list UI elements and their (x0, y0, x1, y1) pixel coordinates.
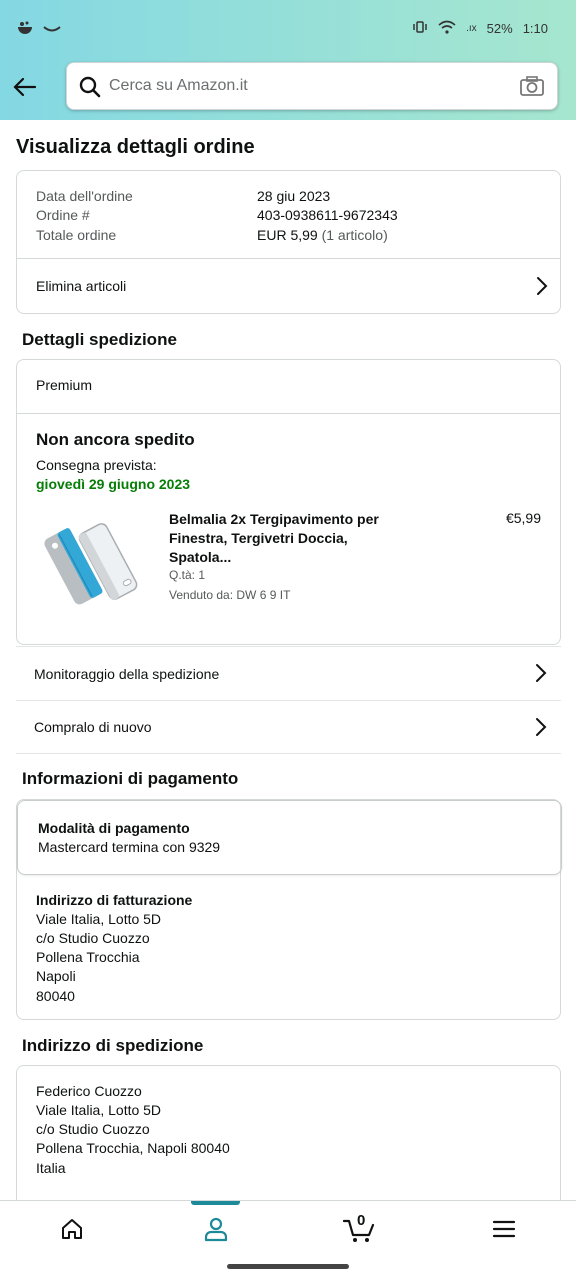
shipping-address-line: Viale Italia, Lotto 5D (36, 1102, 162, 1118)
billing-address-line: Pollena Trocchia (36, 949, 140, 965)
product-title[interactable]: Belmalia 2x Tergipavimento per Finestra,… (169, 510, 409, 567)
back-button[interactable] (10, 72, 40, 102)
payment-method-box: Modalità di pagamento Mastercard termina… (17, 800, 562, 875)
buy-again-row[interactable]: Compralo di nuovo (16, 700, 561, 754)
billing-address-line: Napoli (36, 968, 76, 984)
amazon-smile-icon (42, 22, 62, 40)
home-indicator[interactable] (227, 1264, 349, 1269)
signal-icon: .ıx (466, 23, 477, 34)
shipping-address-line: Federico Cuozzo (36, 1083, 142, 1099)
order-number-value: 403-0938611-9672343 (257, 207, 398, 223)
clock: 1:10 (522, 21, 548, 36)
billing-address-line: c/o Studio Cuozzo (36, 930, 150, 946)
delete-items-row[interactable]: Elimina articoli (17, 259, 562, 313)
shipment-status: Non ancora spedito (36, 430, 195, 449)
chevron-right-icon (536, 276, 548, 299)
chevron-right-icon (535, 663, 547, 686)
home-icon (62, 1219, 82, 1239)
order-date-value: 28 giu 2023 (257, 188, 331, 204)
product-image[interactable] (41, 516, 141, 606)
search-placeholder: Cerca su Amazon.it (109, 77, 248, 94)
track-shipment-row[interactable]: Monitoraggio della spedizione (16, 646, 561, 700)
payment-method-title: Modalità di pagamento (38, 820, 190, 836)
shipping-address-line: c/o Studio Cuozzo (36, 1121, 150, 1137)
hamburger-menu-icon (492, 1220, 516, 1238)
search-input[interactable]: Cerca su Amazon.it (66, 62, 558, 110)
billing-address-title: Indirizzo di fatturazione (36, 892, 193, 908)
shipping-address-title: Indirizzo di spedizione (22, 1036, 204, 1055)
delete-items-label: Elimina articoli (36, 278, 127, 294)
shipping-details-title: Dettagli spedizione (22, 330, 177, 349)
nav-menu[interactable] (432, 1201, 576, 1257)
back-arrow-icon (13, 77, 37, 97)
camera-icon[interactable] (519, 75, 545, 102)
nav-cart[interactable]: 0 (288, 1201, 432, 1257)
product-seller: Venduto da: DW 6 9 IT (169, 588, 291, 602)
battery-level: 52% (486, 21, 513, 36)
app-notification-icon (16, 20, 36, 41)
payment-card: Modalità di pagamento Mastercard termina… (16, 799, 562, 1020)
page-title: Visualizza dettagli ordine (16, 136, 255, 158)
shipping-address-line: Pollena Trocchia, Napoli 80040 (36, 1140, 230, 1156)
search-row: Cerca su Amazon.it (0, 62, 576, 112)
order-summary-card: Data dell'ordine 28 giu 2023 Ordine # 40… (16, 170, 561, 314)
shipping-speed: Premium (36, 377, 93, 393)
payment-info-title: Informazioni di pagamento (22, 769, 239, 788)
shipment-card: Premium Non ancora spedito Consegna prev… (16, 359, 561, 645)
billing-address-line: 80040 (36, 988, 75, 1004)
status-left (16, 20, 62, 41)
nav-account[interactable] (144, 1201, 288, 1257)
account-icon (204, 1217, 228, 1242)
nav-home[interactable] (0, 1201, 144, 1257)
cart-count: 0 (357, 1212, 366, 1229)
search-icon (79, 76, 101, 103)
payment-method-value: Mastercard termina con 9329 (38, 839, 221, 855)
shipping-address-line: Italia (36, 1160, 66, 1176)
order-total-value: EUR 5,99 (1 articolo) (257, 227, 388, 243)
delivery-label: Consegna prevista: (36, 457, 157, 473)
order-total-amount: EUR 5,99 (257, 227, 318, 243)
delivery-date: giovedì 29 giugno 2023 (36, 476, 191, 492)
order-total-items: (1 articolo) (321, 227, 388, 243)
order-date-label: Data dell'ordine (36, 188, 133, 204)
product-quantity: Q.tà: 1 (169, 568, 206, 582)
vibrate-icon (412, 20, 428, 37)
status-bar: .ıx 52% 1:10 (0, 0, 576, 62)
track-shipment-label: Monitoraggio della spedizione (34, 665, 220, 682)
wifi-icon (438, 20, 456, 37)
order-number-label: Ordine # (36, 207, 90, 223)
order-details-content: Visualizza dettagli ordine Data dell'ord… (0, 120, 576, 1205)
shipping-address-card: Federico Cuozzo Viale Italia, Lotto 5D c… (16, 1065, 561, 1205)
status-right: .ıx 52% 1:10 (412, 20, 548, 37)
divider (17, 413, 560, 414)
app-header: .ıx 52% 1:10 Cerca su Amazon.it (0, 0, 576, 120)
product-price: €5,99 (505, 510, 541, 526)
chevron-right-icon (535, 717, 547, 740)
order-total-label: Totale ordine (36, 227, 117, 243)
buy-again-label: Compralo di nuovo (34, 719, 152, 735)
billing-address-line: Viale Italia, Lotto 5D (36, 911, 162, 927)
